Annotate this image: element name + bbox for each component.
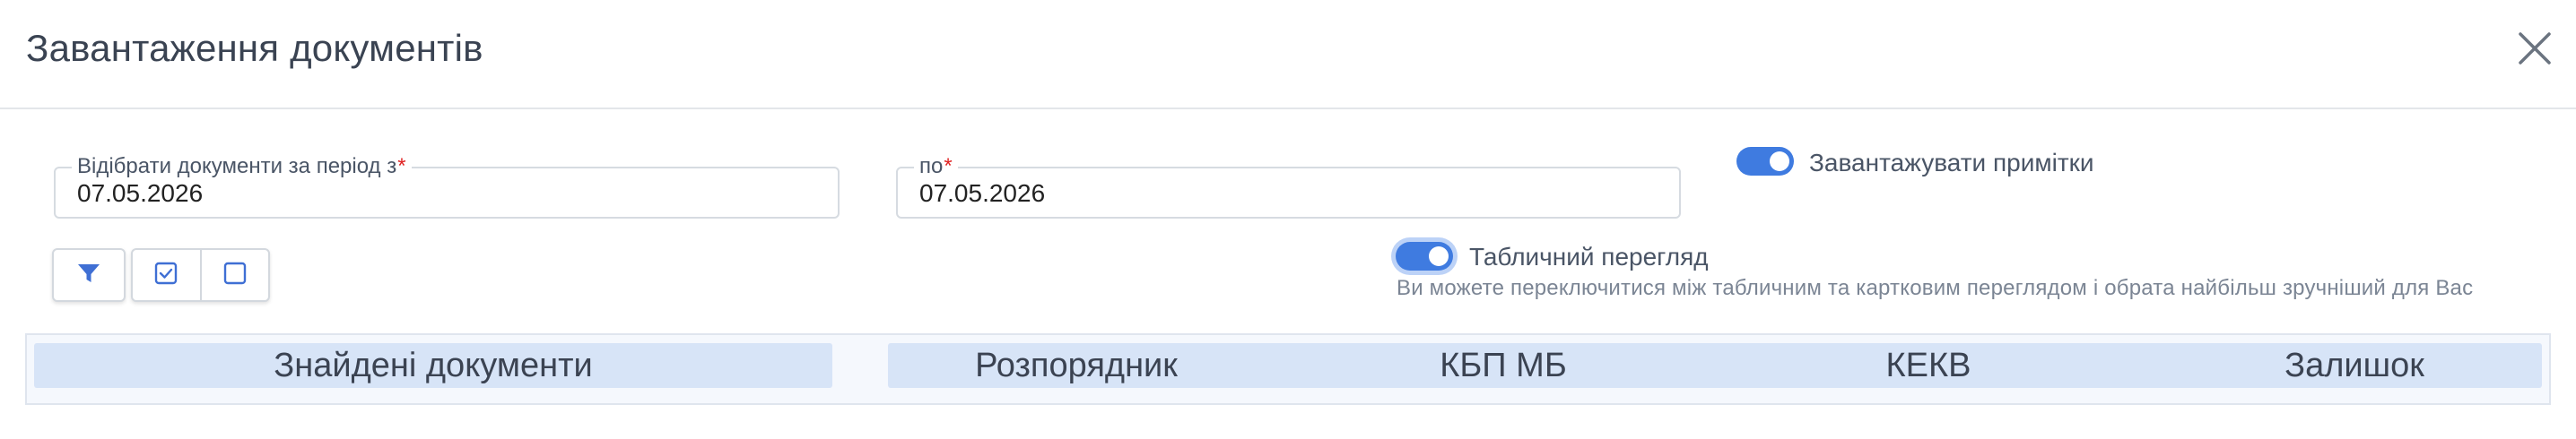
column-header-kekv[interactable]: КЕКВ: [1886, 344, 1971, 387]
empty-checkbox-icon: [223, 262, 247, 289]
column-header-balance[interactable]: Залишок: [2284, 344, 2424, 387]
select-all-button[interactable]: [133, 250, 200, 300]
filter-icon: [75, 260, 102, 291]
period-to-field[interactable]: по*: [896, 154, 1681, 219]
filter-button[interactable]: [52, 248, 126, 302]
column-header-kbp[interactable]: КБП МБ: [1440, 344, 1567, 387]
table-view-hint: Ви можете переключитися між табличним та…: [1397, 276, 2474, 300]
toggle-knob: [1429, 246, 1449, 266]
dialog-title: Завантаження документів: [26, 27, 483, 69]
toggle-knob: [1770, 151, 1789, 171]
deselect-all-button[interactable]: [199, 250, 269, 300]
period-from-field[interactable]: Відібрати документи за період з*: [54, 154, 840, 219]
checked-checkbox-icon: [154, 262, 178, 289]
found-documents-title: Знайдені документи: [274, 347, 593, 384]
period-from-input[interactable]: [77, 179, 781, 208]
load-notes-toggle[interactable]: [1736, 147, 1794, 176]
column-header-manager[interactable]: Розпорядник: [975, 344, 1178, 387]
table-view-toggle[interactable]: [1396, 242, 1453, 271]
selection-button-group: [131, 248, 270, 302]
load-notes-label: Завантажувати примітки: [1809, 149, 2094, 176]
period-to-label: по*: [914, 154, 958, 179]
period-to-input[interactable]: [919, 179, 1623, 208]
table-view-label: Табличний перегляд: [1469, 243, 1709, 271]
dialog-header: Завантаження документів: [0, 0, 2576, 109]
close-icon[interactable]: [2513, 27, 2556, 70]
period-from-label: Відібрати документи за період з*: [72, 154, 412, 179]
